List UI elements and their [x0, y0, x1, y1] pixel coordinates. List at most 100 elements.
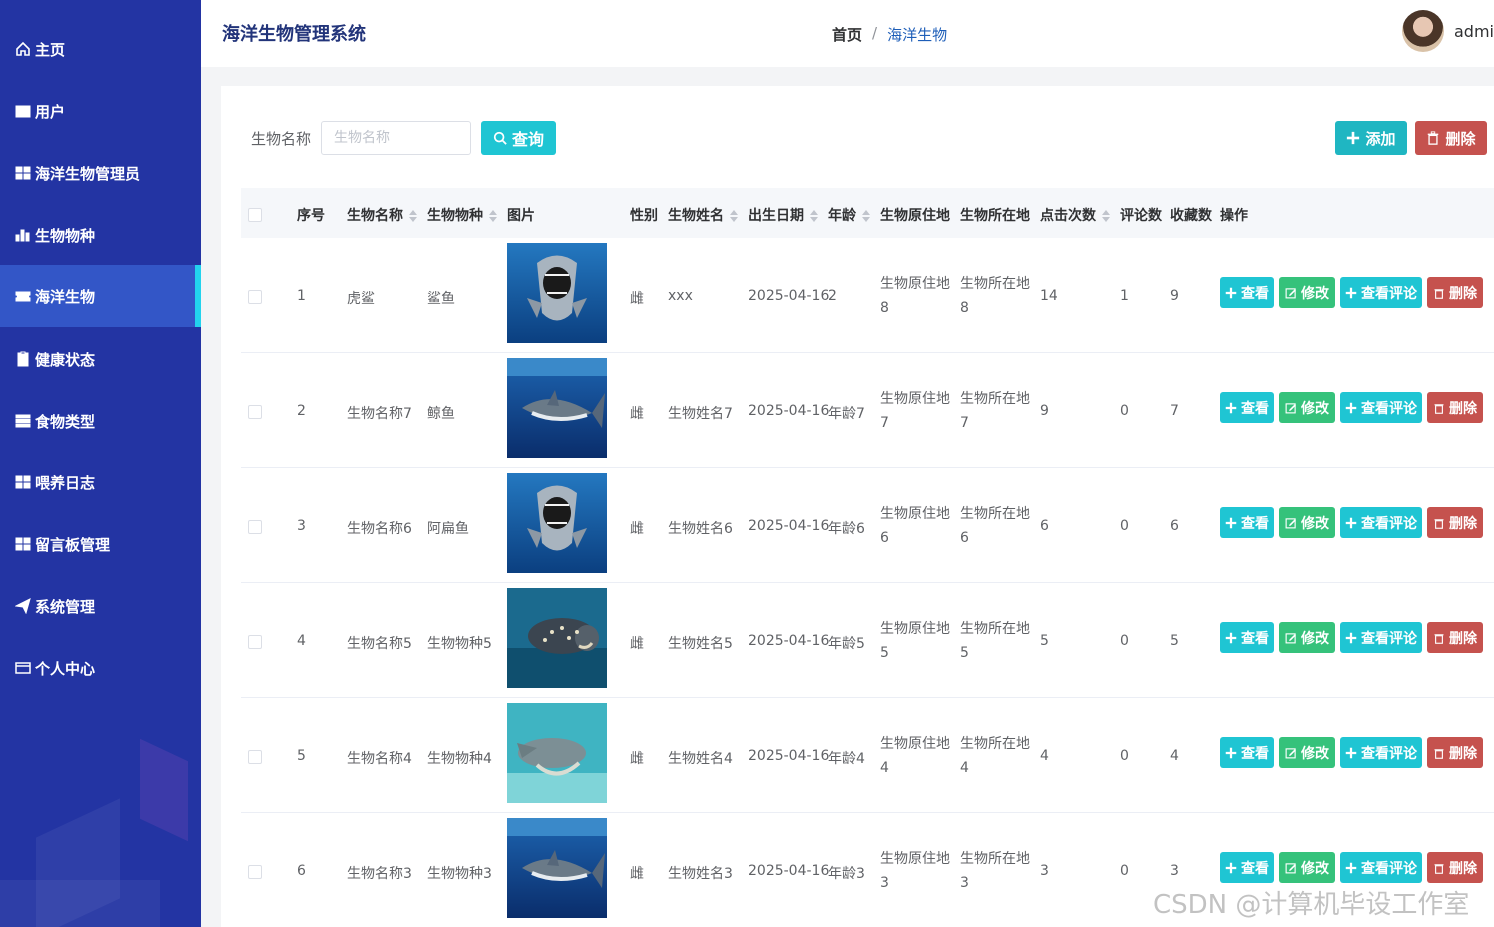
row-nickname: 生物姓名6 — [668, 521, 733, 537]
row-checkbox[interactable] — [248, 750, 262, 764]
delete-button[interactable]: 删除 — [1427, 392, 1483, 423]
view-button[interactable]: 查看 — [1220, 852, 1274, 883]
table-row: 5 生物名称4 生物物种4 雌 生物姓名4 2025-04-16 年龄4 4 0 4 生物原住地4 生… — [241, 698, 1494, 813]
sidebar-item-5[interactable]: 健康状态 — [0, 328, 201, 390]
sidebar-item-2[interactable]: 海洋生物管理员 — [0, 142, 201, 204]
sidebar-item-label: 个人中心 — [35, 659, 96, 678]
trash-icon — [1433, 517, 1449, 529]
delete-button[interactable]: 删除 — [1427, 737, 1483, 768]
column-header-label: 性别 — [630, 208, 658, 224]
column-header-label: 收藏数 — [1170, 208, 1212, 224]
view-comments-button[interactable]: 查看评论 — [1340, 737, 1422, 768]
delete-button[interactable]: 删除 — [1427, 507, 1483, 538]
thresher-shark-photo[interactable] — [507, 818, 607, 918]
trash-icon — [1433, 402, 1449, 414]
row-species: 阿扁鱼 — [427, 521, 469, 537]
row-checkbox[interactable] — [248, 520, 262, 534]
username[interactable]: admin — [1454, 22, 1494, 41]
edit-button[interactable]: 修改 — [1279, 852, 1335, 883]
edit-button-label: 修改 — [1301, 630, 1329, 647]
row-origin: 生物原住地6 — [880, 506, 950, 546]
sidebar-item-8[interactable]: 留言板管理 — [0, 513, 201, 575]
sidebar-item-9[interactable]: 系统管理 — [0, 575, 201, 637]
delete-button[interactable]: 删除 — [1427, 622, 1483, 653]
sidebar-item-10[interactable]: 个人中心 — [0, 637, 201, 699]
column-header[interactable]: 点击次数 — [1040, 205, 1110, 225]
view-button-label: 查看 — [1241, 860, 1269, 877]
view-comments-button[interactable]: 查看评论 — [1340, 852, 1422, 883]
shark-photo[interactable] — [507, 473, 607, 573]
delete-button[interactable]: 删除 — [1427, 277, 1483, 308]
shark-photo[interactable] — [507, 243, 607, 343]
column-header-label: 生物物种 — [427, 208, 483, 224]
row-checkbox[interactable] — [248, 635, 262, 649]
whale-shark-photo[interactable] — [507, 588, 607, 688]
breadcrumb-separator: / — [872, 24, 878, 42]
column-header[interactable]: 出生日期 — [748, 205, 818, 225]
view-button[interactable]: 查看 — [1220, 622, 1274, 653]
row-origin: 生物原住地5 — [880, 621, 950, 661]
view-comments-button[interactable]: 查看评论 — [1340, 277, 1422, 308]
row-location: 生物所在地7 — [960, 391, 1030, 431]
view-button[interactable]: 查看 — [1220, 507, 1274, 538]
sidebar-item-3[interactable]: 生物物种 — [0, 204, 201, 266]
turquoise-shark-photo[interactable] — [507, 703, 607, 803]
sidebar-item-1[interactable]: 用户 — [0, 80, 201, 142]
edit-button[interactable]: 修改 — [1279, 392, 1335, 423]
row-species: 生物物种3 — [427, 866, 492, 882]
view-button-label: 查看 — [1241, 400, 1269, 417]
sidebar-item-label: 生物物种 — [35, 226, 96, 245]
select-all-checkbox[interactable] — [248, 208, 262, 222]
plus-icon — [1347, 131, 1360, 145]
row-clicks: 4 — [1040, 748, 1049, 764]
query-button[interactable]: 查询 — [481, 121, 556, 155]
view-comments-button[interactable]: 查看评论 — [1340, 622, 1422, 653]
sort-caret-icon[interactable] — [1102, 210, 1110, 222]
add-button[interactable]: 添加 — [1335, 121, 1407, 155]
row-checkbox[interactable] — [248, 290, 262, 304]
column-header: 操作 — [1220, 205, 1248, 225]
sort-caret-icon[interactable] — [489, 210, 497, 222]
edit-button[interactable]: 修改 — [1279, 277, 1335, 308]
view-button[interactable]: 查看 — [1220, 737, 1274, 768]
column-header-label: 序号 — [297, 208, 325, 224]
avatar[interactable] — [1402, 10, 1444, 52]
sort-caret-icon[interactable] — [409, 210, 417, 222]
batch-delete-button[interactable]: 删除 — [1415, 121, 1487, 155]
view-comments-button[interactable]: 查看评论 — [1340, 507, 1422, 538]
edit-button[interactable]: 修改 — [1279, 507, 1335, 538]
breadcrumb-home[interactable]: 首页 — [832, 24, 862, 45]
sort-caret-icon[interactable] — [862, 210, 870, 222]
view-button-label: 查看 — [1241, 630, 1269, 647]
row-gender: 雌 — [630, 521, 644, 537]
view-button[interactable]: 查看 — [1220, 392, 1274, 423]
column-header[interactable]: 生物名称 — [347, 205, 417, 225]
sidebar-item-4[interactable]: 海洋生物 — [0, 265, 201, 327]
delete-button[interactable]: 删除 — [1427, 852, 1483, 883]
sort-caret-icon[interactable] — [810, 210, 818, 222]
row-index: 6 — [297, 863, 306, 879]
sidebar-item-0[interactable]: 主页 — [0, 18, 201, 80]
view-comments-button[interactable]: 查看评论 — [1340, 392, 1422, 423]
search-input[interactable] — [321, 121, 471, 155]
column-header[interactable]: 年龄 — [828, 205, 870, 225]
id-card-icon — [14, 660, 31, 677]
edit-button[interactable]: 修改 — [1279, 622, 1335, 653]
row-checkbox[interactable] — [248, 865, 262, 879]
row-birth-date: 2025-04-16 — [748, 633, 830, 649]
view-comments-button-label: 查看评论 — [1361, 515, 1417, 532]
sidebar-item-7[interactable]: 喂养日志 — [0, 451, 201, 513]
sidebar-item-label: 用户 — [35, 102, 66, 121]
row-checkbox[interactable] — [248, 405, 262, 419]
row-comment-count: 1 — [1120, 288, 1129, 304]
view-button[interactable]: 查看 — [1220, 277, 1274, 308]
content-panel: 生物名称 查询 添加 删除 序号生物名称生物物种图片性别生物姓名出生日期年龄生物… — [221, 86, 1494, 927]
sidebar-item-6[interactable]: 食物类型 — [0, 390, 201, 452]
plus-icon — [1225, 287, 1241, 299]
column-header[interactable]: 生物姓名 — [668, 205, 738, 225]
edit-button[interactable]: 修改 — [1279, 737, 1335, 768]
row-clicks: 5 — [1040, 633, 1049, 649]
column-header[interactable]: 生物物种 — [427, 205, 497, 225]
thresher-shark-photo[interactable] — [507, 358, 607, 458]
sort-caret-icon[interactable] — [730, 210, 738, 222]
